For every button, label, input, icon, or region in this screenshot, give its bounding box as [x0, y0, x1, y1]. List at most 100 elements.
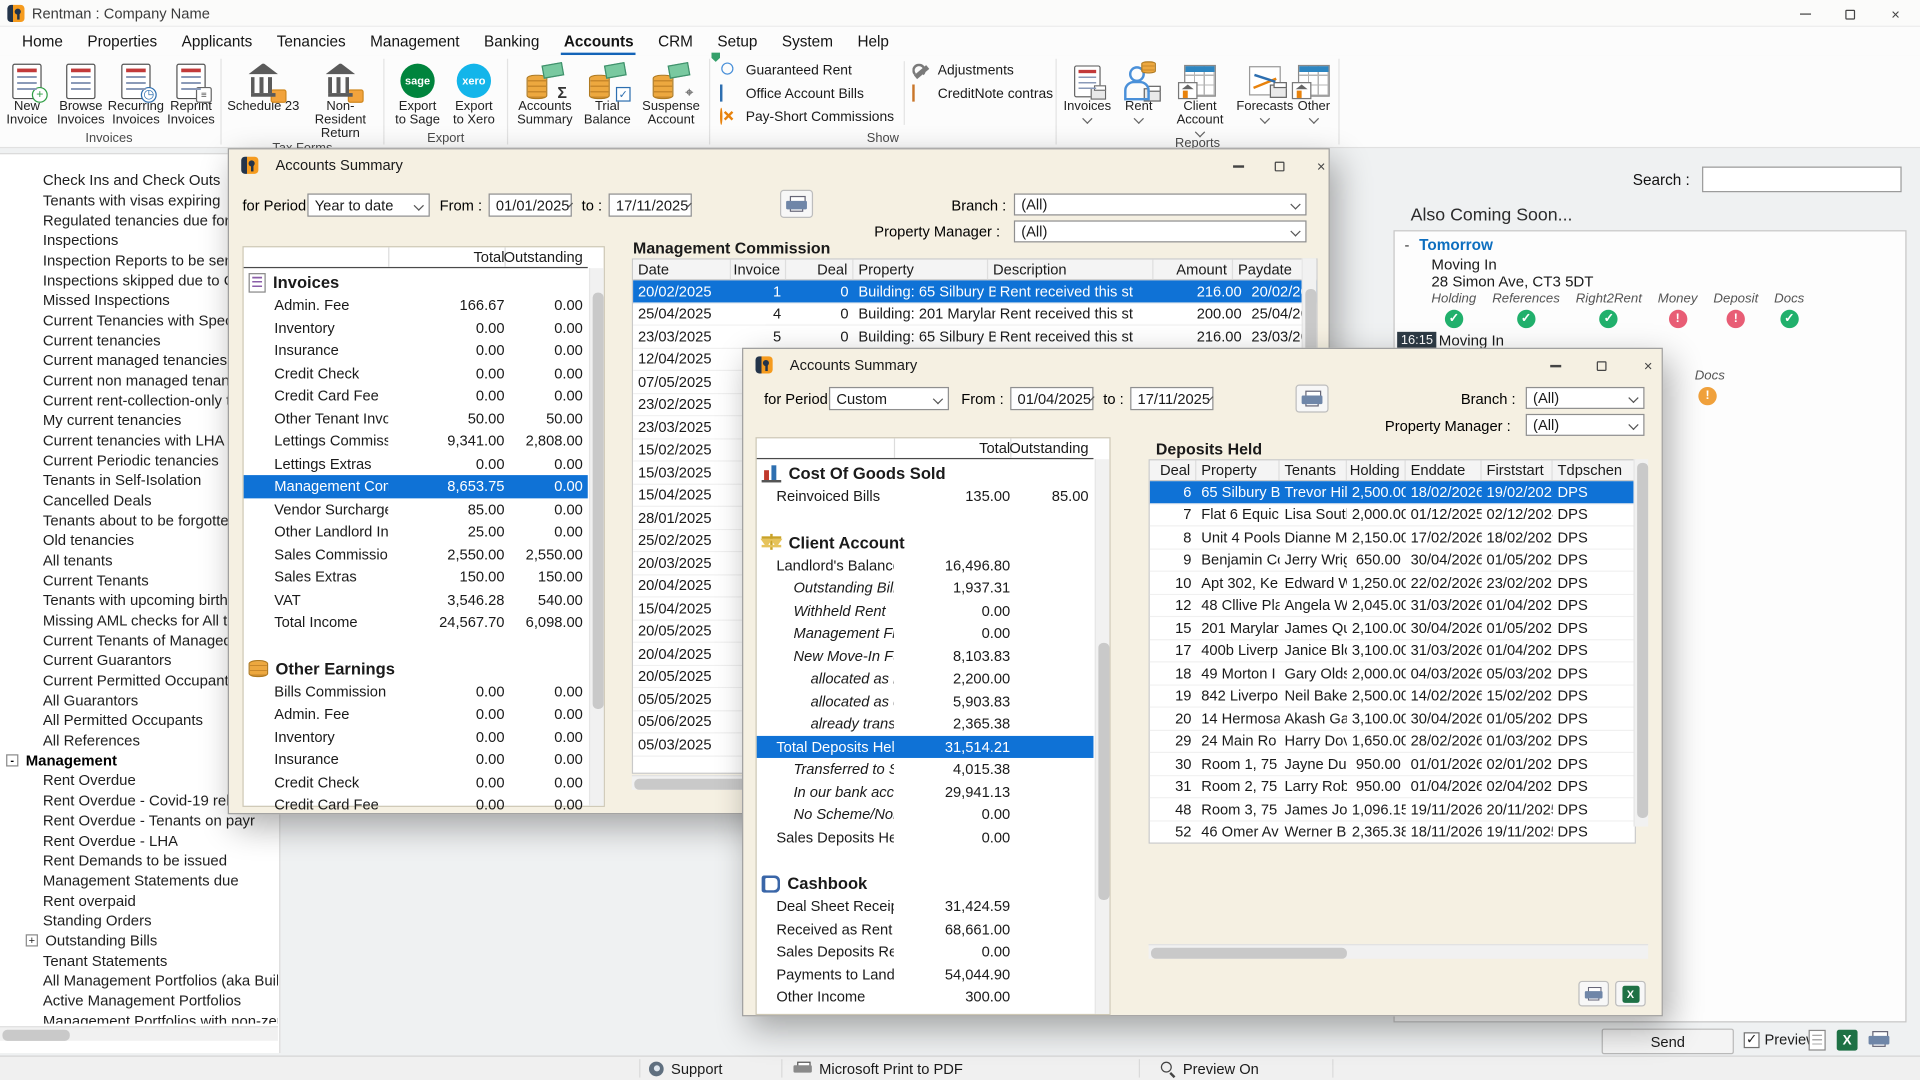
- adjustments-button[interactable]: Adjustments: [912, 61, 1053, 79]
- event-title[interactable]: Moving In: [1439, 332, 1504, 349]
- menu-tab[interactable]: Home: [10, 27, 75, 55]
- summary-row[interactable]: Other Income 300.00: [757, 986, 1094, 1009]
- property-manager-select[interactable]: (All): [1014, 220, 1307, 242]
- maximize-button[interactable]: [1261, 156, 1298, 178]
- menu-tab[interactable]: System: [770, 27, 846, 55]
- reports-other-button[interactable]: Other: [1292, 59, 1336, 123]
- reports-forecasts-button[interactable]: Forecasts: [1238, 59, 1292, 123]
- recurring-invoices-button[interactable]: ◷ Recurring Invoices: [108, 59, 164, 128]
- sidebar-item[interactable]: + Outstanding Bills: [0, 931, 278, 951]
- summary-row[interactable]: Sales Deposits Held 0.00: [757, 826, 1094, 849]
- summary-row[interactable]: Insurance 0.00 0.00: [244, 339, 588, 362]
- schedule-23-button[interactable]: Schedule 23: [225, 59, 301, 114]
- new-invoice-button[interactable]: + New Invoice: [0, 59, 54, 128]
- menu-tab[interactable]: Applicants: [169, 27, 264, 55]
- summary-row[interactable]: already transferred 2,365.38: [757, 713, 1094, 736]
- summary-row[interactable]: Management Floats 0.00: [757, 622, 1094, 645]
- sidebar-item[interactable]: Active Management Portfolios: [0, 991, 278, 1011]
- print-button[interactable]: [780, 190, 813, 218]
- table-vertical-scrollbar[interactable]: [1633, 459, 1648, 826]
- minimize-button[interactable]: [1220, 156, 1257, 178]
- summary-row[interactable]: Inventory 0.00 0.00: [244, 317, 588, 340]
- sidebar-item[interactable]: Tenant Statements: [0, 951, 278, 971]
- table-row[interactable]: 8 Unit 4 Pools Dianne Mar 2,150.00 17/02…: [1150, 527, 1635, 550]
- from-date-input[interactable]: 01/04/2025: [1010, 387, 1093, 410]
- table-row[interactable]: 52 46 Omer Av Werner Berl 2,365.38 18/11…: [1150, 821, 1635, 844]
- chevron-down-icon[interactable]: [1082, 114, 1092, 124]
- suspense-account-button[interactable]: ⌖ Suspense Account: [638, 59, 704, 128]
- panel-vertical-scrollbar[interactable]: [589, 268, 604, 806]
- summary-row[interactable]: Admin. Fee 0.00 0.00: [244, 703, 588, 726]
- accounts-summary-button[interactable]: Σ Accounts Summary: [513, 59, 577, 128]
- total-column-header[interactable]: Total: [388, 247, 504, 267]
- close-button[interactable]: ×: [1303, 156, 1340, 178]
- table-row[interactable]: 9 Benjamin Cc Jerry Wrigh 650.00 30/04/2…: [1150, 549, 1635, 572]
- minimize-button[interactable]: [1789, 4, 1821, 25]
- send-button[interactable]: Send: [1602, 1029, 1734, 1055]
- collapse-icon[interactable]: -: [1404, 236, 1409, 253]
- menu-tab[interactable]: Help: [845, 27, 901, 55]
- table-row[interactable]: 7 Flat 6 Equic Lisa Souther 2,000.00 01/…: [1150, 504, 1635, 527]
- sidebar-item[interactable]: Rent Overdue - LHA: [0, 831, 278, 851]
- table-header[interactable]: Date Invoice Deal Property Description A…: [633, 260, 1316, 281]
- branch-select[interactable]: (All): [1014, 193, 1307, 215]
- printer-status[interactable]: Microsoft Print to PDF: [793, 1060, 962, 1077]
- guaranteed-rent-button[interactable]: Guaranteed Rent: [720, 61, 901, 79]
- table-row[interactable]: 10 Apt 302, Ke Edward Wri 1,250.00 22/02…: [1150, 572, 1635, 595]
- table-row[interactable]: 19 842 Liverpo Neil Baker 2,500.00 14/02…: [1150, 685, 1635, 708]
- period-select[interactable]: Custom: [829, 387, 949, 410]
- preview-on-status[interactable]: Preview On: [1161, 1060, 1259, 1077]
- expand-collapse-icon[interactable]: -: [6, 754, 18, 766]
- table-header[interactable]: Deal Property Tenants Holding Enddate Fi…: [1150, 460, 1635, 481]
- trial-balance-button[interactable]: ✓ Trial Balance: [577, 59, 638, 128]
- sidebar-item[interactable]: Standing Orders: [0, 911, 278, 931]
- summary-row[interactable]: In our bank accounts 29,941.13: [757, 781, 1094, 804]
- export-sage-button[interactable]: sage Export to Sage: [389, 59, 445, 128]
- print-button[interactable]: [1578, 981, 1609, 1007]
- summary-row[interactable]: allocated as rent 2,200.00: [757, 667, 1094, 690]
- outstanding-column-header[interactable]: Outstanding: [1010, 438, 1093, 458]
- summary-row[interactable]: Inventory 0.00 0.00: [244, 726, 588, 749]
- table-row[interactable]: 31 Room 2, 75 Larry Rober 950.00 01/04/2…: [1150, 776, 1635, 799]
- summary-row[interactable]: Withheld Rent 0.00: [757, 599, 1094, 622]
- menu-tab[interactable]: Management: [358, 27, 472, 55]
- summary-row[interactable]: Sales Commission 2,550.00 2,550.00: [244, 543, 588, 566]
- day-label[interactable]: Tomorrow: [1419, 236, 1493, 253]
- summary-row[interactable]: Insurance 0.00 0.00: [244, 748, 588, 771]
- table-row[interactable]: 20 14 Hermosa Akash Gaba 3,100.00 30/04/…: [1150, 708, 1635, 731]
- summary-row[interactable]: allocated as deposit 5,903.83: [757, 690, 1094, 713]
- close-button[interactable]: ×: [1630, 355, 1667, 377]
- summary-row[interactable]: Other Landlord Invoices 25.00 0.00: [244, 520, 588, 543]
- summary-row[interactable]: Lettings Extras 0.00 0.00: [244, 452, 588, 475]
- table-row[interactable]: 18 49 Morton I Gary Oldsm 2,000.00 04/03…: [1150, 662, 1635, 685]
- office-account-bills-button[interactable]: Office Account Bills: [720, 84, 901, 102]
- period-select[interactable]: Year to date: [307, 193, 429, 216]
- non-resident-return-button[interactable]: Non-Resident Return: [301, 59, 379, 141]
- table-horizontal-scrollbar[interactable]: [1149, 944, 1649, 959]
- sidebar-item[interactable]: Rent overpaid: [0, 891, 278, 911]
- summary-row[interactable]: Management Commission 8,653.75 0.00: [244, 475, 588, 498]
- summary-row[interactable]: Credit Check 0.00 0.00: [244, 362, 588, 385]
- summary-row[interactable]: Credit Check 0.00 0.00: [244, 771, 588, 794]
- maximize-button[interactable]: [1583, 355, 1620, 377]
- menu-tab[interactable]: CRM: [646, 27, 705, 55]
- table-row[interactable]: 6 65 Silbury B Trevor Hill, 2,500.00 18/…: [1150, 481, 1635, 504]
- table-row[interactable]: 30 Room 1, 75 Jayne Duntc 950.00 01/01/2…: [1150, 753, 1635, 776]
- summary-row[interactable]: Received as Rent 68,661.00: [757, 918, 1094, 941]
- creditnote-contras-button[interactable]: CreditNote contras: [912, 84, 1053, 102]
- summary-row[interactable]: Bills Commission 0.00 0.00: [244, 680, 588, 703]
- minimize-button[interactable]: [1537, 355, 1574, 377]
- copy-icon[interactable]: [1809, 1030, 1826, 1051]
- menu-tab[interactable]: Banking: [472, 27, 552, 55]
- summary-row[interactable]: Lettings Commission 9,341.00 2,808.00: [244, 430, 588, 453]
- export-xero-button[interactable]: xero Export to Xero: [446, 59, 502, 128]
- menu-tab[interactable]: Properties: [75, 27, 169, 55]
- sidebar-item[interactable]: Management Portfolios with non-zero: [0, 1011, 278, 1024]
- table-row[interactable]: 17 400b Liverp Janice Blost 3,100.00 31/…: [1150, 640, 1635, 663]
- summary-row[interactable]: Admin. Fee 166.67 0.00: [244, 294, 588, 317]
- preview-checkbox[interactable]: ✓: [1744, 1032, 1760, 1048]
- menu-tab[interactable]: Setup: [705, 27, 769, 55]
- summary-row[interactable]: Total Deposits Held 31,514.21: [757, 735, 1094, 758]
- print-button[interactable]: [1296, 384, 1329, 412]
- sidebar-horizontal-scrollbar[interactable]: [0, 1026, 278, 1041]
